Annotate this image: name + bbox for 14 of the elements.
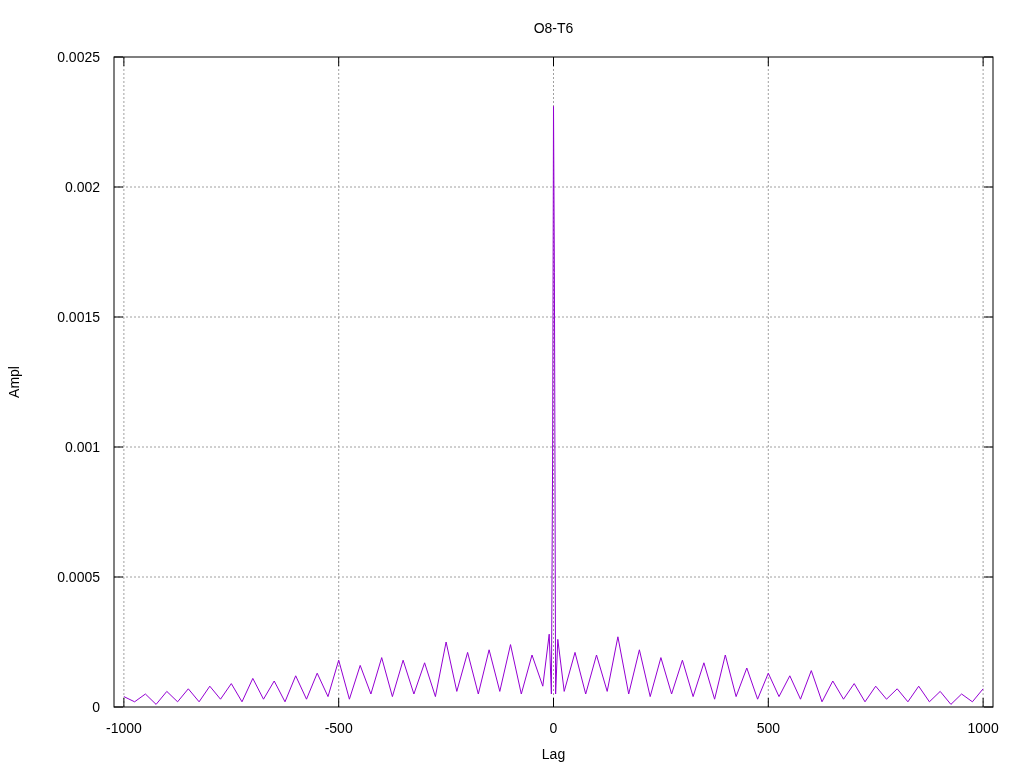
tick-label: 0.0005 (57, 569, 100, 585)
chart-title: O8-T6 (533, 20, 574, 36)
tick-label: 0.0015 (57, 309, 100, 325)
tick-label: -1000 (105, 720, 142, 736)
tick-label: 0 (549, 720, 558, 736)
tick-label: 1000 (967, 720, 999, 736)
tick-label: -500 (324, 720, 353, 736)
tick-label: 0.002 (64, 179, 100, 195)
axis-label: Lag (541, 746, 566, 762)
tick-label: 0 (92, 699, 100, 715)
tick-label: 0.001 (64, 439, 100, 455)
tick-label: 0.0025 (57, 49, 100, 65)
axis-label: Ampl (6, 366, 22, 398)
tick-label: 500 (756, 720, 780, 736)
